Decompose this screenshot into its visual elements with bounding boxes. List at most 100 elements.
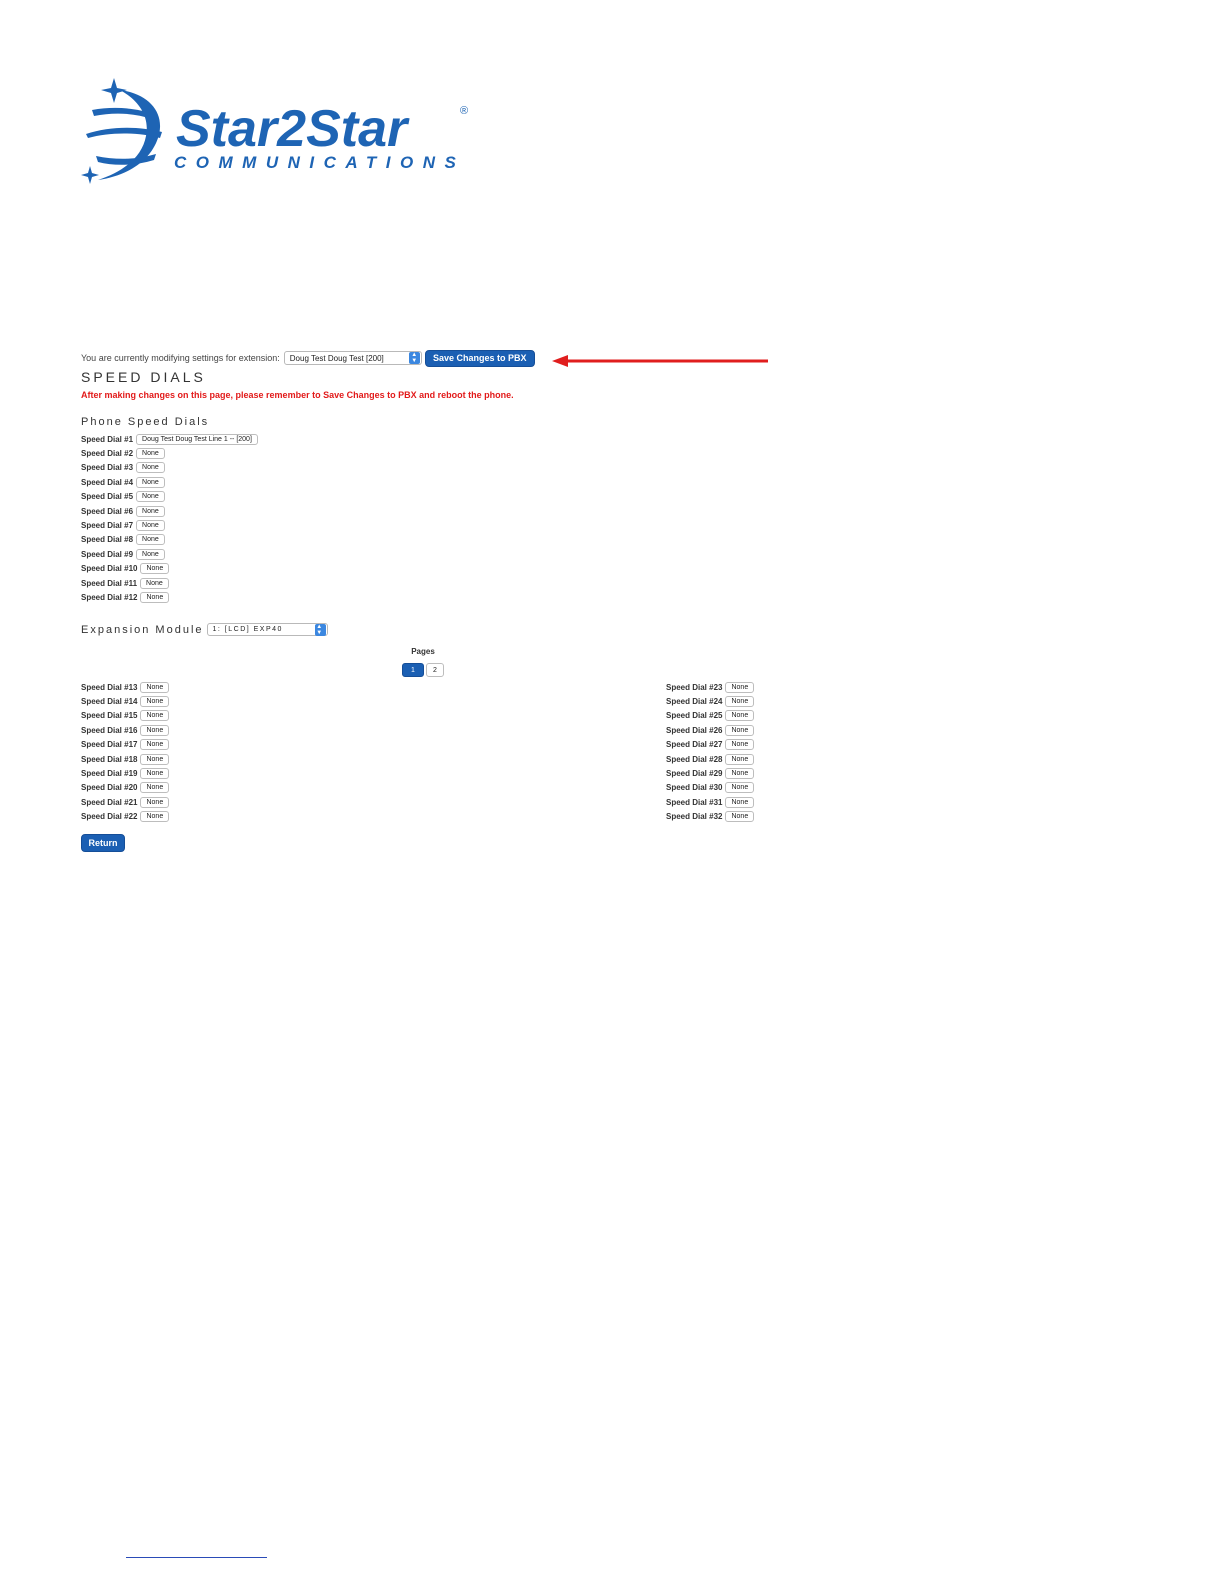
page-button-1[interactable]: 1 <box>402 663 424 677</box>
speed-dial-label: Speed Dial #8 <box>81 535 134 545</box>
speed-dial-label: Speed Dial #5 <box>81 492 134 502</box>
reboot-warning: After making changes on this page, pleas… <box>81 390 514 400</box>
speed-dial-row: Speed Dial #21 None <box>81 795 281 809</box>
speed-dial-select[interactable]: None <box>140 811 170 823</box>
speed-dial-row: Speed Dial #25 None <box>666 709 866 723</box>
brand-name: Star2Star <box>176 100 410 158</box>
speed-dial-row: Speed Dial #27 None <box>666 738 866 752</box>
speed-dial-select[interactable]: Doug Test Doug Test Line 1 -- [200] <box>136 433 258 445</box>
speed-dial-select[interactable]: None <box>140 577 169 589</box>
speed-dial-label: Speed Dial #31 <box>666 797 723 807</box>
speed-dial-select[interactable]: None <box>140 724 170 736</box>
expansion-module-value: 1: [LCD] EXP40 <box>212 626 283 633</box>
pages-label: Pages <box>411 647 435 656</box>
speed-dial-select[interactable]: None <box>725 710 755 722</box>
speed-dial-select[interactable]: None <box>140 796 170 808</box>
speed-dial-select[interactable]: None <box>140 768 170 780</box>
speed-dial-select[interactable]: None <box>725 724 755 736</box>
pagination: 1 2 <box>402 663 446 677</box>
phone-speed-dials-title: Phone Speed Dials <box>81 416 210 428</box>
speed-dial-row: Speed Dial #10 None <box>81 562 381 576</box>
page-button-2[interactable]: 2 <box>426 663 444 677</box>
speed-dial-label: Speed Dial #16 <box>81 725 138 735</box>
speed-dial-select[interactable]: None <box>136 520 165 532</box>
speed-dial-row: Speed Dial #20 None <box>81 781 281 795</box>
speed-dial-select[interactable]: None <box>725 696 755 708</box>
speed-dial-label: Speed Dial #18 <box>81 754 138 764</box>
speed-dial-select[interactable]: None <box>725 768 755 780</box>
speed-dial-select[interactable]: None <box>140 739 170 751</box>
speed-dial-label: Speed Dial #6 <box>81 506 134 516</box>
red-arrow-annotation <box>552 355 768 367</box>
speed-dial-select[interactable]: None <box>136 491 165 503</box>
speed-dial-label: Speed Dial #3 <box>81 463 134 473</box>
speed-dial-select[interactable]: None <box>140 591 170 603</box>
speed-dial-select[interactable]: None <box>136 462 165 474</box>
speed-dial-row: Speed Dial #14 None <box>81 694 281 708</box>
speed-dial-row: Speed Dial #16 None <box>81 723 281 737</box>
speed-dial-select[interactable]: None <box>140 753 170 765</box>
speed-dial-label: Speed Dial #22 <box>81 812 138 822</box>
speed-dial-row: Speed Dial #18 None <box>81 752 281 766</box>
speed-dial-select[interactable]: None <box>140 782 170 794</box>
speed-dial-select[interactable]: None <box>140 681 170 693</box>
speed-dial-select[interactable]: None <box>136 476 165 488</box>
speed-dial-label: Speed Dial #30 <box>666 783 723 793</box>
speed-dial-row: Speed Dial #26 None <box>666 723 866 737</box>
speed-dial-row: Speed Dial #19 None <box>81 766 281 780</box>
star2star-logo: Star2Star COMMUNICATIONS ® <box>80 76 480 184</box>
speed-dial-select[interactable]: None <box>140 710 170 722</box>
speed-dial-label: Speed Dial #24 <box>666 697 723 707</box>
speed-dial-row: Speed Dial #23 None <box>666 680 866 694</box>
speed-dial-select[interactable]: None <box>725 681 755 693</box>
speed-dial-row: Speed Dial #29 None <box>666 766 866 780</box>
speed-dial-select[interactable]: None <box>725 782 755 794</box>
expansion-module-select[interactable]: 1: [LCD] EXP40 ▲ ▼ <box>206 623 328 636</box>
speed-dial-row: Speed Dial #9 None <box>81 547 381 561</box>
speed-dial-label: Speed Dial #32 <box>666 812 723 822</box>
extension-select[interactable]: Doug Test Doug Test [200] ▲ ▼ <box>283 351 422 365</box>
speed-dial-row: Speed Dial #4 None <box>81 475 381 489</box>
speed-dial-select[interactable]: None <box>725 753 755 765</box>
speed-dial-select[interactable]: None <box>140 563 170 575</box>
speed-dial-row: Speed Dial #32 None <box>666 810 866 824</box>
speed-dial-label: Speed Dial #21 <box>81 797 138 807</box>
speed-dial-row: Speed Dial #17 None <box>81 738 281 752</box>
speed-dial-select[interactable]: None <box>725 796 755 808</box>
speed-dial-label: Speed Dial #9 <box>81 549 134 559</box>
speed-dial-row: Speed Dial #8 None <box>81 533 381 547</box>
speed-dial-row: Speed Dial #2 None <box>81 446 381 460</box>
save-changes-button[interactable]: Save Changes to PBX <box>424 349 535 367</box>
speed-dial-row: Speed Dial #5 None <box>81 490 381 504</box>
speed-dial-select[interactable]: None <box>725 739 755 751</box>
speed-dial-label: Speed Dial #12 <box>81 592 138 602</box>
expansion-speed-dial-left-column: Speed Dial #13 None Speed Dial #14 None Sp… <box>81 680 281 824</box>
speed-dial-row: Speed Dial #28 None <box>666 752 866 766</box>
speed-dial-select[interactable]: None <box>136 548 165 560</box>
speed-dial-label: Speed Dial #10 <box>81 564 138 574</box>
speed-dial-select[interactable]: None <box>136 448 165 460</box>
speed-dial-select[interactable]: None <box>725 811 755 823</box>
speed-dial-label: Speed Dial #1 <box>81 434 134 444</box>
speed-dial-label: Speed Dial #27 <box>666 740 723 750</box>
speed-dial-label: Speed Dial #20 <box>81 783 138 793</box>
speed-dial-label: Speed Dial #13 <box>81 682 138 692</box>
speed-dial-label: Speed Dial #2 <box>81 449 134 459</box>
globe-star-icon: Star2Star COMMUNICATIONS ® <box>81 78 468 184</box>
speed-dial-label: Speed Dial #26 <box>666 725 723 735</box>
speed-dial-select[interactable]: None <box>140 696 170 708</box>
speed-dial-row: Speed Dial #1 Doug Test Doug Test Line 1 … <box>81 432 381 446</box>
speed-dial-select[interactable]: None <box>136 534 165 546</box>
speed-dial-label: Speed Dial #14 <box>81 697 138 707</box>
footer-link-underline[interactable] <box>126 1557 267 1558</box>
speed-dial-label: Speed Dial #4 <box>81 477 134 487</box>
speed-dial-row: Speed Dial #31 None <box>666 795 866 809</box>
select-arrows-icon: ▲ ▼ <box>314 623 326 636</box>
expansion-speed-dial-right-column: Speed Dial #23 None Speed Dial #24 None Sp… <box>666 680 866 824</box>
speed-dial-label: Speed Dial #11 <box>81 578 138 588</box>
speed-dial-select[interactable]: None <box>136 505 165 517</box>
registered-mark: ® <box>460 105 468 117</box>
page-title: SPEED DIALS <box>81 369 206 385</box>
speed-dial-row: Speed Dial #12 None <box>81 590 381 604</box>
return-button[interactable]: Return <box>81 834 125 852</box>
